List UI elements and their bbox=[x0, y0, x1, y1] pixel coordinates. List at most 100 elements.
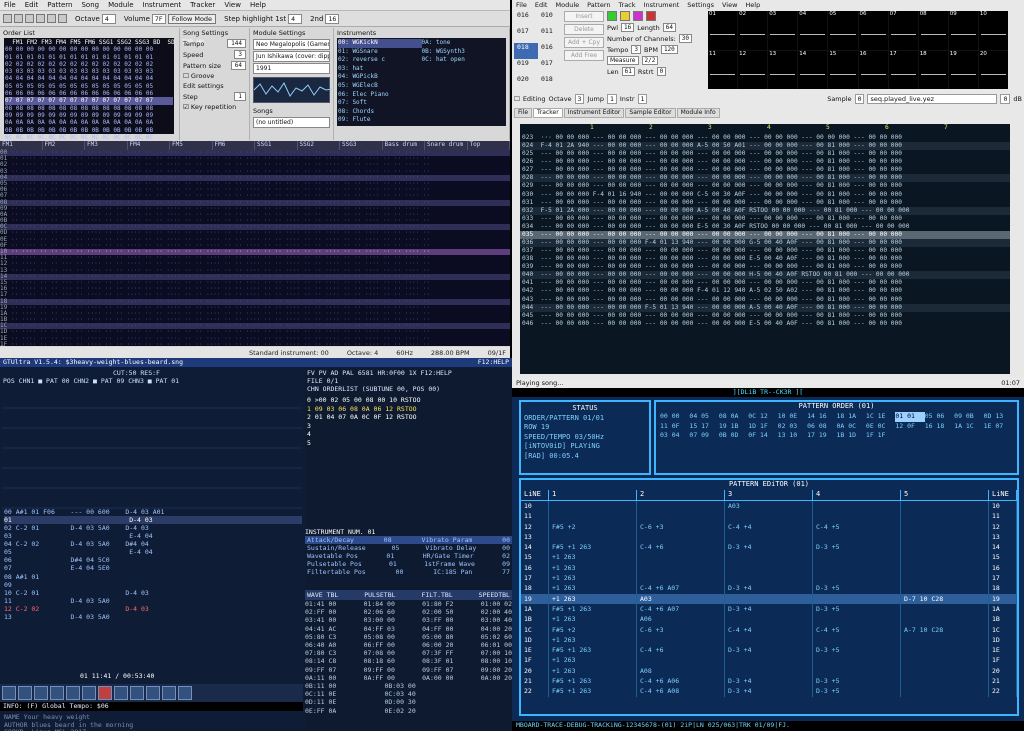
editor-row[interactable]: 15 +1 263 15 bbox=[521, 552, 1017, 563]
volume-icon[interactable] bbox=[34, 686, 48, 700]
step-highlight-1st[interactable]: 4 bbox=[288, 13, 303, 24]
order-cell[interactable]: 15 17 bbox=[689, 422, 718, 432]
instrument-item[interactable]: 09: Flute bbox=[338, 116, 422, 125]
module-author-field[interactable]: Jun Ishikawa (cover: dipp bbox=[253, 51, 330, 62]
tracker-row[interactable]: 025 --- 00 00 000 --- 00 00 000 --- 00 0… bbox=[520, 150, 1010, 158]
order-list[interactable]: 016 010 017 011 018 016 019 017 020 018 bbox=[514, 11, 562, 91]
channel-scope[interactable]: 15 bbox=[828, 50, 858, 89]
pattern-row[interactable]: 12 C-2 02 D-4 03 bbox=[4, 605, 302, 613]
play-icon[interactable] bbox=[130, 686, 144, 700]
module-title-field[interactable]: Neo Megalopolis (Games) bbox=[253, 39, 330, 50]
step-down-icon[interactable] bbox=[66, 686, 80, 700]
order-cell[interactable]: 1E 07 bbox=[984, 422, 1013, 432]
instrument-item[interactable] bbox=[422, 65, 506, 74]
order-cell[interactable]: 0F 14 bbox=[748, 431, 777, 441]
furnace-pattern-view[interactable]: FM1 FM2 FM3 FM4 FM5 FM6 SSG1 SSG2 SSG3 Bass drum S… bbox=[0, 141, 510, 347]
table-row[interactable]: 0B:11 00 0B:03 00 bbox=[305, 682, 512, 690]
repeat-icon[interactable] bbox=[36, 14, 45, 23]
pattern-row[interactable]: 11 D-4 03 5A0 bbox=[4, 597, 302, 605]
editor-row[interactable]: 1A F#5 +1 263 C-4 +6 A07 D-3 +4 D-3 +5 1A bbox=[521, 603, 1017, 615]
add-freebutton[interactable]: Add Free bbox=[564, 50, 604, 61]
octave-icon[interactable] bbox=[50, 686, 64, 700]
instrument-item[interactable]: 07: Soft bbox=[338, 99, 422, 108]
order-cell[interactable]: 12 0F bbox=[895, 422, 924, 432]
order-item[interactable]: 019 bbox=[514, 59, 538, 75]
goattracker-pattern-rows[interactable]: 00 A#1 01 F06 --- 00 600 D-4 03 A01 01 D-… bbox=[4, 508, 302, 621]
order-item[interactable]: 011 bbox=[538, 27, 562, 43]
stop-icon[interactable] bbox=[646, 11, 656, 21]
menu-song[interactable]: Song bbox=[81, 1, 99, 9]
instrument-param[interactable]: Wavetable Pos 01 HR/Gate Timer 02 bbox=[305, 552, 512, 560]
db-field[interactable]: 0 bbox=[1000, 94, 1011, 104]
mono-icon[interactable] bbox=[178, 686, 192, 700]
play-icon[interactable] bbox=[3, 14, 12, 23]
order-row[interactable]: 0A 0A 0A 0A 0A 0A 0A 0A 0A 0A 0A 0A 0A 0… bbox=[5, 119, 173, 126]
order-cell[interactable]: 05 06 bbox=[925, 412, 954, 422]
channel-scope[interactable]: 08 bbox=[918, 11, 948, 50]
tracker-row[interactable]: 037 --- 00 00 000 --- 00 00 000 --- 00 0… bbox=[520, 247, 1010, 255]
channel-scope[interactable]: 18 bbox=[918, 50, 948, 89]
table-row[interactable]: 0E:FF 0A 0E:02 20 bbox=[305, 707, 512, 715]
order-grid[interactable]: FM1 FM2 FM3 FM4 FM5 FM6 SSG1 SSG2 SSG3 B… bbox=[4, 38, 204, 141]
tables-panel[interactable]: WAVE TBL PULSETBL FILT.TBL SPEEDTBL 01:41 00… bbox=[305, 590, 512, 715]
editor-row[interactable]: 22 F#5 +1 263 C-4 +6 A08 D-3 +4 D-3 +5 22 bbox=[521, 686, 1017, 697]
channel-scope[interactable]: 09 bbox=[948, 11, 978, 50]
order-item[interactable]: 018 bbox=[514, 43, 538, 59]
order-cell[interactable]: 16 18 bbox=[925, 422, 954, 432]
editor-row[interactable]: 21 F#5 +1 263 C-4 +6 A06 D-3 +4 D-3 +5 21 bbox=[521, 676, 1017, 687]
editor-row[interactable]: 20 +1 263 A08 20 bbox=[521, 665, 1017, 677]
tracker-row[interactable]: 023 ··· 00 00 000 --- 00 00 000 --- 00 0… bbox=[520, 134, 1010, 142]
channel-scope[interactable]: 19 bbox=[948, 50, 978, 89]
tracker-row[interactable]: 036 --- 00 00 000 --- 00 00 000 F-4 01 1… bbox=[520, 239, 1010, 248]
tracker-row[interactable]: 041 --- 00 00 000 --- 00 00 000 --- 00 0… bbox=[520, 279, 1010, 287]
tracker-row[interactable]: 042 --- 00 00 000 --- 00 00 000 --- 00 0… bbox=[520, 287, 1010, 295]
channel-scope[interactable]: 04 bbox=[798, 11, 828, 50]
channel-top[interactable]: Top bbox=[468, 141, 510, 150]
order-cell[interactable]: 0C 12 bbox=[748, 412, 777, 422]
pattern-row[interactable]: 08 A#1 01 bbox=[4, 573, 302, 581]
editor-row[interactable]: 11 11 bbox=[521, 511, 1017, 522]
order-cell[interactable]: 1B 1D bbox=[836, 431, 865, 441]
table-row[interactable]: 03:41 00 03:00 00 03:FF 00 03:00 40 bbox=[305, 616, 512, 624]
instrument-param[interactable]: Sustain/Release 05 Vibrato Delay 00 bbox=[305, 544, 512, 552]
table-row[interactable]: 0A:11 00 0A:FF 00 0A:00 00 0A:00 20 bbox=[305, 674, 512, 682]
detune-icon[interactable] bbox=[162, 686, 176, 700]
menu-edit[interactable]: Edit bbox=[25, 1, 39, 9]
tab-sample-editor[interactable]: Sample Editor bbox=[625, 108, 676, 118]
sample-name-field[interactable]: seq.played_live.yez bbox=[867, 94, 998, 104]
menu-pattern[interactable]: Pattern bbox=[587, 1, 610, 9]
order-row[interactable]: 03 03 03 03 03 03 03 03 03 03 03 03 03 0… bbox=[5, 68, 173, 75]
tracker-row[interactable]: 044 --- 00 00 000 --- 00 00 000 F-5 01 1… bbox=[520, 303, 1010, 312]
orderlist-row[interactable]: 5 bbox=[307, 439, 510, 448]
menu-edit[interactable]: Edit bbox=[535, 1, 548, 9]
order-cell[interactable]: 07 09 bbox=[689, 431, 718, 441]
measure-select[interactable]: 2/2 bbox=[641, 56, 659, 65]
instrument-item[interactable] bbox=[422, 99, 506, 108]
order-item[interactable]: 020 bbox=[514, 75, 538, 91]
groove-checkbox[interactable]: ☐ Groove bbox=[183, 72, 214, 80]
rstrt-field[interactable]: 0 bbox=[656, 67, 667, 76]
editor-row[interactable]: 13 13 bbox=[521, 531, 1017, 543]
menu-tracker[interactable]: Tracker bbox=[190, 1, 215, 9]
tracker-row[interactable]: 046 --- 00 00 000 --- 00 00 000 --- 00 0… bbox=[520, 320, 1010, 328]
step-field[interactable]: 1 bbox=[234, 92, 246, 101]
order-cell[interactable]: 1C 1E bbox=[866, 412, 895, 422]
play-block-icon[interactable] bbox=[633, 11, 643, 21]
pattern-row[interactable]: 03 E-4 04 bbox=[4, 532, 302, 540]
tracker-pattern-view[interactable]: 1 2 3 4 5 6 7 023 ··· 00 00 000 --- 00 00 000 … bbox=[520, 124, 1010, 374]
order-item[interactable]: 016 bbox=[514, 11, 538, 27]
menu-help[interactable]: Help bbox=[250, 1, 266, 9]
pattern-editor-rows[interactable]: 10 A03 10 11 11 12 F#5 +2 C-6 +3 C-4 +4 C-4 +5 12 1… bbox=[521, 501, 1017, 697]
tracker-row[interactable]: 033 --- 00 00 000 --- 00 00 000 --- 00 0… bbox=[520, 215, 1010, 223]
table-row[interactable]: 06:40 A0 06:FF 00 06:00 20 06:01 00 bbox=[305, 641, 512, 649]
order-cell[interactable]: 17 19 bbox=[807, 431, 836, 441]
measure-button[interactable]: Measure bbox=[607, 56, 639, 65]
editor-row[interactable]: 1D +1 263 1D bbox=[521, 634, 1017, 646]
menu-instrument[interactable]: Instrument bbox=[143, 1, 182, 9]
sid-icon[interactable] bbox=[18, 686, 32, 700]
play-pattern-icon[interactable] bbox=[620, 11, 630, 21]
order-row[interactable]: 05 05 05 05 05 05 05 05 05 05 05 05 05 0… bbox=[5, 83, 173, 90]
order-row[interactable]: 00 00 00 00 00 00 00 00 00 00 00 00 00 0… bbox=[5, 46, 173, 53]
table-row[interactable]: 08:14 C8 08:18 60 08:3F 01 08:00 10 bbox=[305, 657, 512, 665]
speed-field[interactable]: 3 bbox=[234, 50, 246, 59]
